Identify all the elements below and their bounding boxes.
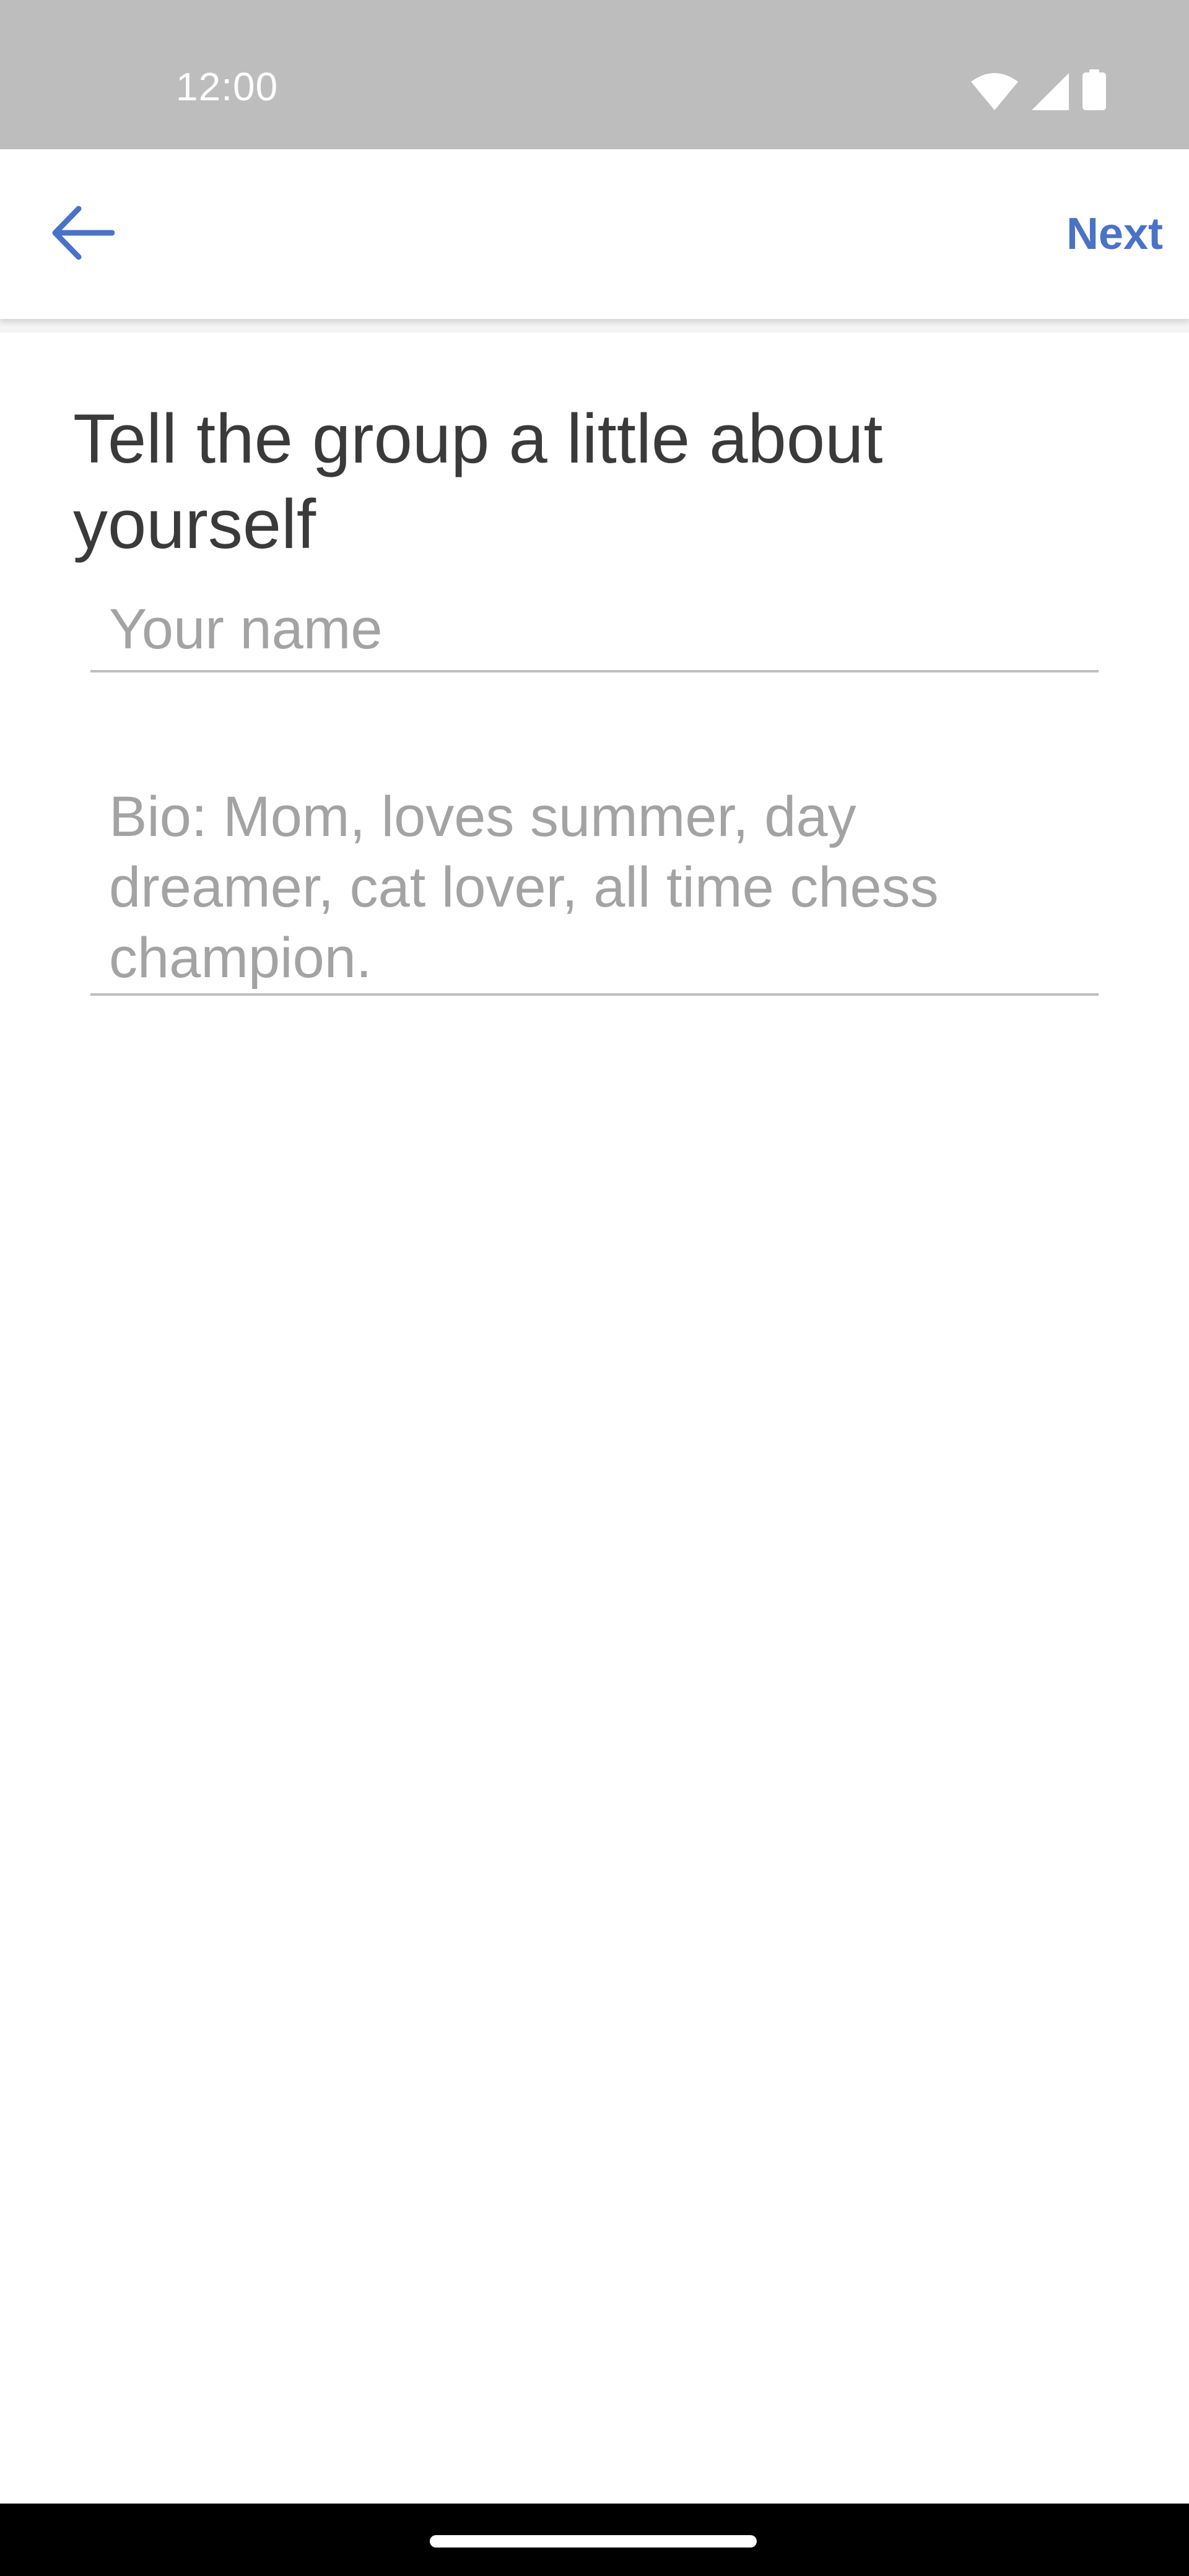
status-icons xyxy=(971,68,1106,110)
name-field[interactable]: Your name xyxy=(90,582,1099,672)
app-bar-divider xyxy=(0,319,1189,333)
battery-icon xyxy=(1082,69,1106,110)
cellular-signal-icon xyxy=(1032,73,1069,110)
bio-field-placeholder: Bio: Mom, loves summer, day dreamer, cat… xyxy=(109,785,939,990)
bio-field[interactable]: Bio: Mom, loves summer, day dreamer, cat… xyxy=(90,768,1099,996)
app-bar: Next xyxy=(0,149,1189,319)
back-button[interactable] xyxy=(41,193,124,276)
navigation-bar xyxy=(0,2504,1189,2576)
arrow-back-icon xyxy=(50,205,115,264)
wifi-icon xyxy=(971,73,1018,110)
status-time: 12:00 xyxy=(176,64,279,109)
status-bar: 12:00 xyxy=(0,0,1189,149)
home-gesture-handle[interactable] xyxy=(430,2535,757,2548)
page-title: Tell the group a little about yourself xyxy=(73,400,883,563)
name-field-placeholder: Your name xyxy=(109,598,383,661)
next-button[interactable]: Next xyxy=(1059,200,1170,268)
